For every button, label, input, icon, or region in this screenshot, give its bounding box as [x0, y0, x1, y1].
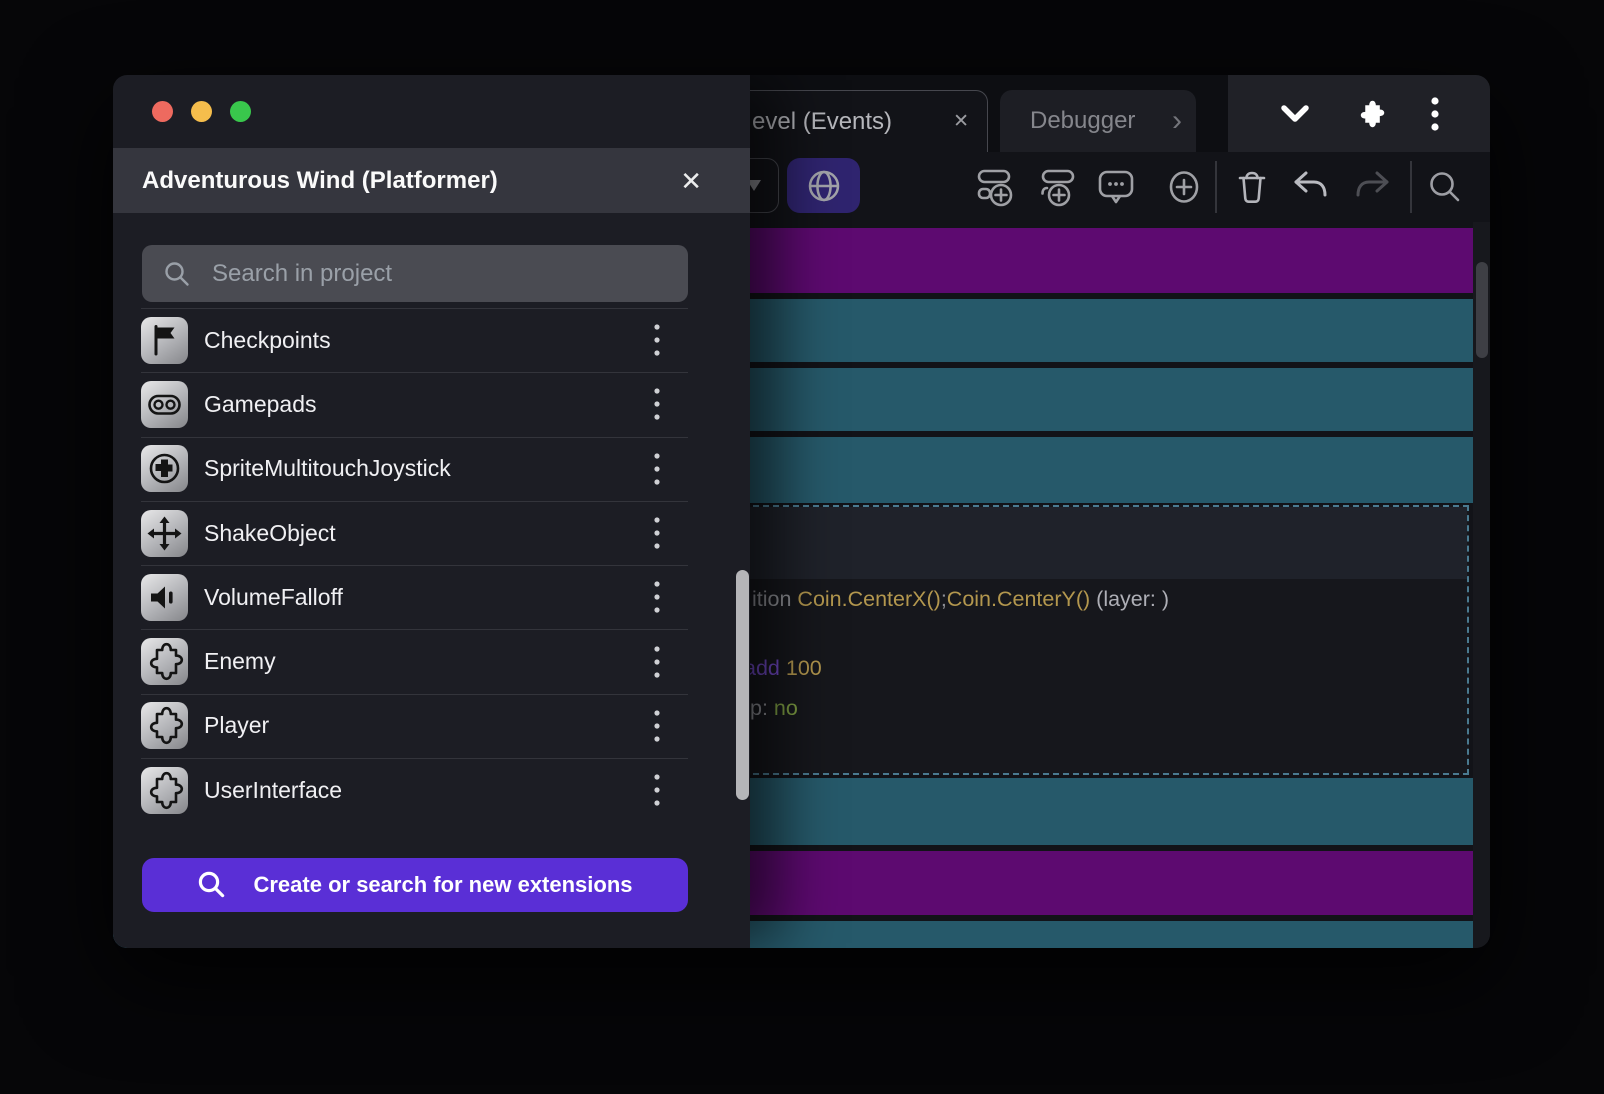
- extensions-list: Checkpoints Gamepads SpriteMultitouchJoy…: [113, 308, 750, 822]
- puzzle-icon: [141, 702, 188, 749]
- chevron-right-icon[interactable]: ›: [1172, 112, 1182, 130]
- list-item-enemy[interactable]: Enemy: [113, 629, 750, 693]
- toolbar-divider: [1410, 161, 1412, 213]
- tab-level-events-label: evel (Events): [752, 108, 892, 136]
- item-menu-icon[interactable]: [644, 510, 670, 557]
- minimize-window-button[interactable]: [191, 101, 212, 122]
- close-panel-icon[interactable]: ✕: [680, 168, 702, 194]
- action-text-fragment: p:: [750, 696, 774, 720]
- list-item-sprite-multitouch-joystick[interactable]: SpriteMultitouchJoystick: [113, 437, 750, 501]
- tab-level-events[interactable]: evel (Events) ✕: [723, 90, 988, 152]
- list-item-label: Player: [204, 712, 269, 739]
- list-item-player[interactable]: Player: [113, 694, 750, 758]
- undo-button[interactable]: [1283, 152, 1339, 222]
- action-text-fragment: (layer: ): [1090, 587, 1169, 611]
- item-menu-icon[interactable]: [644, 767, 670, 814]
- list-item-label: Enemy: [204, 648, 276, 675]
- globe-icon: [806, 168, 842, 204]
- list-item-gamepads[interactable]: Gamepads: [113, 372, 750, 436]
- more-menu-icon[interactable]: [1430, 96, 1440, 132]
- app-window: evel (Events) ✕ Debugger ›: [113, 75, 1490, 948]
- project-manager-header: Adventurous Wind (Platformer) ✕: [113, 148, 750, 213]
- gamepad-icon: [141, 381, 188, 428]
- toolbar-divider: [1215, 161, 1217, 213]
- list-item-user-interface[interactable]: UserInterface: [113, 758, 750, 822]
- action-text-fragment: ition: [752, 587, 797, 611]
- zoom-window-button[interactable]: [230, 101, 251, 122]
- item-menu-icon[interactable]: [644, 574, 670, 621]
- chevron-down-icon[interactable]: [1278, 101, 1312, 127]
- list-item-shake-object[interactable]: ShakeObject: [113, 501, 750, 565]
- action-value: 100: [786, 656, 822, 680]
- add-comment-button[interactable]: [1088, 152, 1144, 222]
- scene-globe-button[interactable]: [787, 158, 860, 213]
- add-event-button[interactable]: [968, 152, 1024, 222]
- item-menu-icon[interactable]: [644, 381, 670, 428]
- create-extension-label: Create or search for new extensions: [253, 872, 632, 898]
- list-item-label: Checkpoints: [204, 327, 331, 354]
- redo-button[interactable]: [1344, 152, 1400, 222]
- search-in-project-input[interactable]: Search in project: [142, 245, 688, 302]
- search-placeholder: Search in project: [212, 260, 392, 288]
- search-events-button[interactable]: [1417, 152, 1473, 222]
- panel-scrollbar[interactable]: [736, 570, 749, 800]
- create-extension-button[interactable]: Create or search for new extensions: [142, 858, 688, 912]
- puzzle-icon: [141, 638, 188, 685]
- speaker-icon: [141, 574, 188, 621]
- joystick-icon: [141, 445, 188, 492]
- project-title: Adventurous Wind (Platformer): [142, 167, 498, 195]
- item-menu-icon[interactable]: [644, 317, 670, 364]
- add-circle-button[interactable]: [1156, 152, 1212, 222]
- flag-icon: [141, 317, 188, 364]
- event-action-text[interactable]: p: no: [750, 693, 798, 723]
- move-arrows-icon: [141, 510, 188, 557]
- action-value: no: [774, 696, 798, 720]
- project-manager-panel: Adventurous Wind (Platformer) ✕ Search i…: [113, 75, 750, 948]
- tab-debugger[interactable]: Debugger ›: [1000, 90, 1196, 152]
- extensions-puzzle-icon[interactable]: [1353, 96, 1389, 132]
- action-expression: Coin.CenterX(): [797, 587, 940, 611]
- item-menu-icon[interactable]: [644, 638, 670, 685]
- add-subevent-button[interactable]: [1030, 152, 1086, 222]
- list-item-label: Gamepads: [204, 391, 317, 418]
- event-action-text[interactable]: add 100: [744, 653, 822, 683]
- window-menu-area: [1228, 75, 1490, 152]
- action-keyword: add: [744, 656, 786, 680]
- event-action-text[interactable]: ition Coin.CenterX();Coin.CenterY() (lay…: [752, 584, 1169, 614]
- list-item-label: VolumeFalloff: [204, 584, 343, 611]
- delete-button[interactable]: [1224, 152, 1280, 222]
- search-icon: [164, 261, 190, 287]
- tab-debugger-label: Debugger: [1030, 107, 1135, 135]
- window-controls: [152, 101, 251, 122]
- action-expression: Coin.CenterY(): [947, 587, 1090, 611]
- list-item-checkpoints[interactable]: Checkpoints: [113, 308, 750, 372]
- list-item-label: ShakeObject: [204, 520, 336, 547]
- tab-close-icon[interactable]: ✕: [953, 112, 969, 131]
- close-window-button[interactable]: [152, 101, 173, 122]
- item-menu-icon[interactable]: [644, 702, 670, 749]
- list-item-label: SpriteMultitouchJoystick: [204, 455, 451, 482]
- list-item-label: UserInterface: [204, 777, 342, 804]
- puzzle-icon: [141, 767, 188, 814]
- item-menu-icon[interactable]: [644, 445, 670, 492]
- search-icon: [197, 870, 227, 900]
- events-scrollbar[interactable]: [1476, 262, 1488, 358]
- list-item-volume-falloff[interactable]: VolumeFalloff: [113, 565, 750, 629]
